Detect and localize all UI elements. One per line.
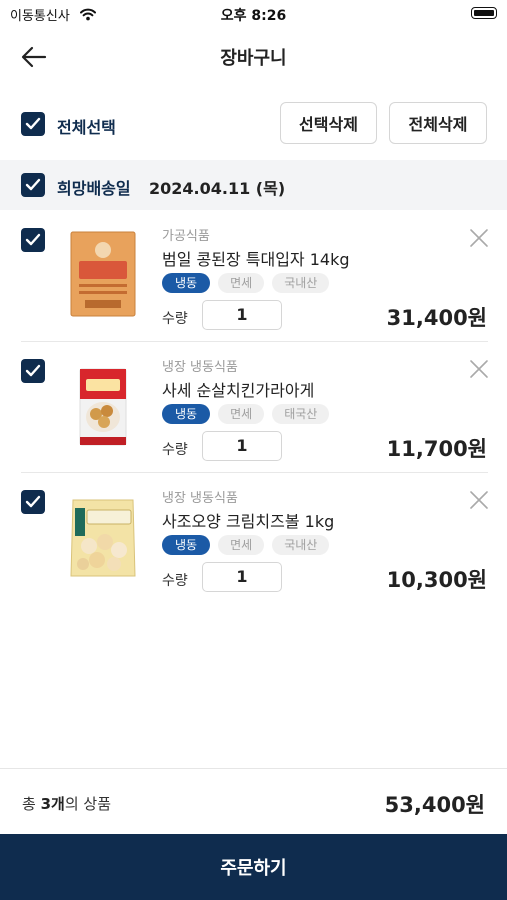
delivery-date-label: 희망배송일 — [57, 179, 131, 198]
check-icon — [25, 364, 41, 377]
delete-selected-button[interactable]: 선택삭제 — [280, 102, 377, 144]
quantity-input[interactable]: 1 — [202, 431, 282, 461]
battery-icon — [471, 7, 497, 19]
remove-item-button[interactable] — [468, 227, 490, 249]
tag-origin: 국내산 — [272, 273, 330, 293]
item-category: 가공식품 — [162, 229, 210, 244]
close-icon — [470, 360, 488, 378]
quantity-label: 수량 — [162, 442, 188, 458]
item-name: 사조오양 크림치즈볼 1kg — [162, 512, 335, 531]
delivery-date-bar: 희망배송일 2024.04.11 (목) — [0, 160, 507, 210]
item-checkbox[interactable] — [21, 490, 45, 514]
item-price: 10,300원 — [386, 568, 487, 592]
status-time: 오후 8:26 — [220, 8, 287, 24]
item-divider — [21, 472, 488, 473]
item-tags: 냉동 면세 태국산 — [162, 404, 330, 424]
total-count: 3개 — [40, 795, 65, 813]
check-icon — [25, 233, 41, 246]
quantity-label: 수량 — [162, 573, 188, 589]
tag-origin: 국내산 — [272, 535, 330, 555]
check-icon — [25, 178, 41, 191]
check-icon — [25, 117, 41, 130]
tag-frozen: 냉동 — [162, 273, 211, 293]
cart-item: 가공식품 범일 콩된장 특대입자 14kg 냉동 면세 국내산 수량 1 31,… — [0, 212, 507, 342]
order-button[interactable]: 주문하기 — [0, 834, 507, 900]
total-suffix: 의 상품 — [64, 795, 112, 813]
close-icon — [470, 491, 488, 509]
tag-tax-free: 면세 — [218, 273, 265, 293]
item-name: 범일 콩된장 특대입자 14kg — [162, 250, 350, 269]
product-image-cheeseball — [70, 499, 136, 577]
page-title: 장바구니 — [220, 48, 287, 69]
product-image-chicken — [79, 368, 127, 446]
select-all-label: 전체선택 — [57, 118, 116, 137]
item-price: 31,400원 — [386, 306, 487, 330]
total-count-label: 총 3개의 상품 — [22, 793, 111, 814]
item-category: 냉장 냉동식품 — [162, 360, 238, 375]
order-summary: 총 3개의 상품 53,400원 — [0, 768, 507, 834]
tag-origin: 태국산 — [272, 404, 330, 424]
check-icon — [25, 495, 41, 508]
item-tags: 냉동 면세 국내산 — [162, 535, 330, 555]
cart-item: 냉장 냉동식품 사세 순살치킨가라아게 냉동 면세 태국산 수량 1 11,70… — [0, 343, 507, 473]
quantity-input[interactable]: 1 — [202, 300, 282, 330]
item-divider — [21, 341, 488, 342]
total-price: 53,400원 — [384, 793, 485, 817]
item-name: 사세 순살치킨가라아게 — [162, 381, 315, 400]
total-prefix: 총 — [22, 795, 36, 813]
close-icon — [470, 229, 488, 247]
cart-item: 냉장 냉동식품 사조오양 크림치즈볼 1kg 냉동 면세 국내산 수량 1 10… — [0, 474, 507, 604]
item-checkbox[interactable] — [21, 228, 45, 252]
quantity-input[interactable]: 1 — [202, 562, 282, 592]
item-category: 냉장 냉동식품 — [162, 491, 238, 506]
tag-tax-free: 면세 — [218, 404, 265, 424]
navigation-bar: 장바구니 — [0, 28, 507, 86]
tag-frozen: 냉동 — [162, 535, 211, 555]
item-tags: 냉동 면세 국내산 — [162, 273, 330, 293]
select-all-row: 전체선택 선택삭제 전체삭제 — [0, 102, 507, 146]
tag-frozen: 냉동 — [162, 404, 211, 424]
remove-item-button[interactable] — [468, 489, 490, 511]
item-price: 11,700원 — [386, 437, 487, 461]
status-bar: 이동통신사 오후 8:26 — [0, 0, 507, 28]
product-image-doenjang — [70, 231, 136, 317]
quantity-label: 수량 — [162, 311, 188, 327]
delete-all-button[interactable]: 전체삭제 — [389, 102, 487, 144]
remove-item-button[interactable] — [468, 358, 490, 380]
select-all-checkbox[interactable] — [21, 112, 45, 136]
delivery-group-checkbox[interactable] — [21, 173, 45, 197]
item-checkbox[interactable] — [21, 359, 45, 383]
tag-tax-free: 면세 — [218, 535, 265, 555]
delivery-date-value: 2024.04.11 (목) — [149, 179, 286, 198]
